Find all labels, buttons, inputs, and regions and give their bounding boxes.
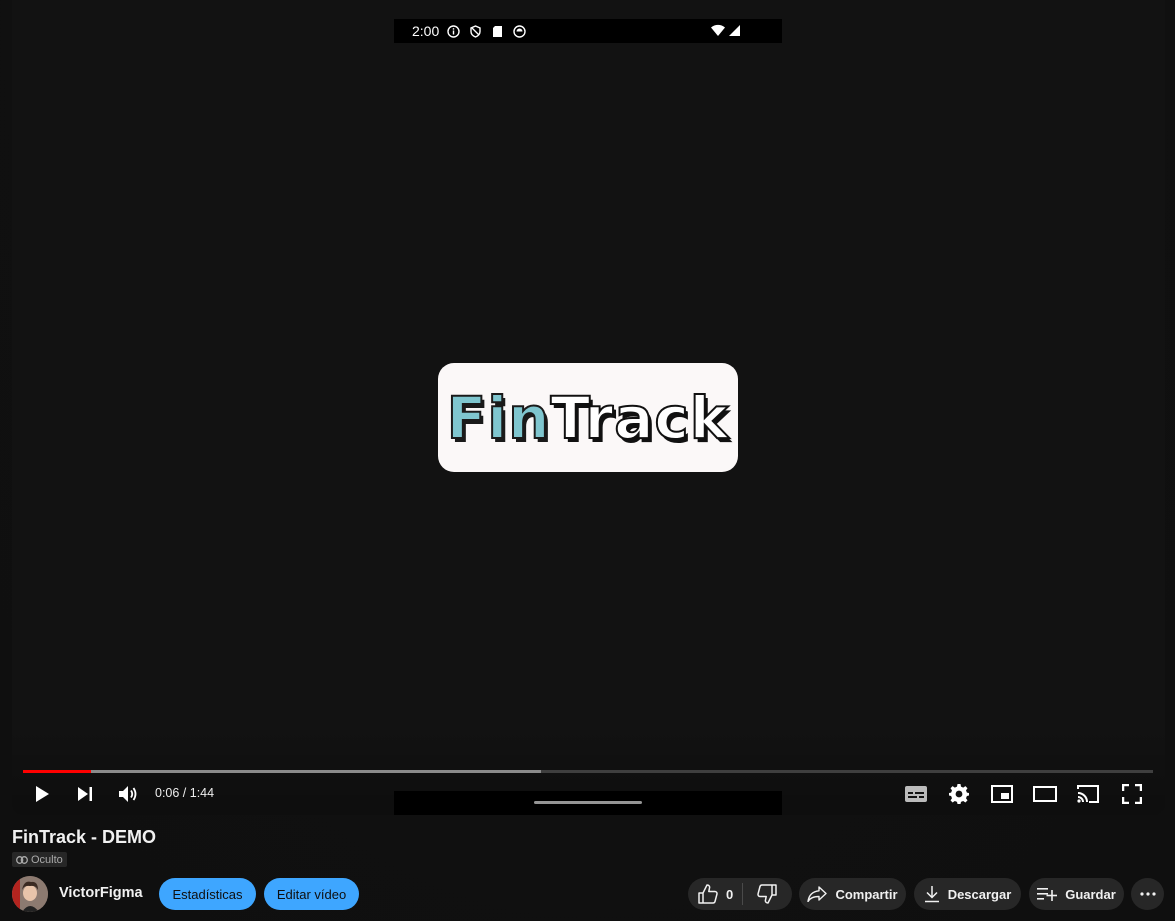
video-player[interactable]: 2:00 FinTrack 0:06 / 1:44 <box>12 0 1165 815</box>
share-button[interactable]: Compartir <box>799 878 906 910</box>
theater-mode-button[interactable] <box>1032 781 1058 807</box>
logo-text-track: Track <box>549 383 730 452</box>
avatar-image <box>12 876 48 912</box>
miniplayer-icon <box>991 785 1013 803</box>
share-icon <box>807 886 828 902</box>
save-button[interactable]: Guardar <box>1029 878 1124 910</box>
dislike-button[interactable] <box>743 878 791 910</box>
time-display: 0:06 / 1:44 <box>155 786 215 800</box>
more-horizontal-icon <box>1139 892 1156 896</box>
cast-icon <box>1077 785 1099 803</box>
phone-clock: 2:00 <box>412 23 440 39</box>
skip-next-icon <box>78 787 92 801</box>
fintrack-logo: FinTrack <box>438 363 738 472</box>
video-title: FinTrack - DEMO <box>12 827 157 847</box>
volume-icon <box>119 786 137 802</box>
shield-icon <box>469 24 482 38</box>
phone-status-right <box>711 23 740 39</box>
thumbs-down-icon <box>757 884 777 904</box>
progress-played <box>23 770 91 773</box>
next-button[interactable] <box>72 781 98 807</box>
download-label: Descargar <box>947 886 1012 902</box>
subtitles-icon <box>905 786 927 802</box>
like-count: 0 <box>726 886 734 902</box>
play-button[interactable] <box>29 781 55 807</box>
sd-card-icon <box>491 25 504 38</box>
share-label: Compartir <box>835 886 898 902</box>
settings-button[interactable] <box>946 781 972 807</box>
visibility-label: Oculto <box>31 853 63 866</box>
avatar[interactable] <box>12 876 48 912</box>
progress-bar[interactable] <box>23 770 1153 773</box>
visibility-badge: Oculto <box>12 852 67 867</box>
progress-buffered <box>23 770 541 773</box>
gear-icon <box>949 784 969 804</box>
link-icon <box>16 855 28 864</box>
more-actions-button[interactable] <box>1131 878 1164 910</box>
subtitles-button[interactable] <box>903 781 929 807</box>
youtube-watch-page: 2:00 FinTrack 0:06 / 1:44 FinTrack - DEM… <box>0 0 1175 921</box>
like-dislike-group: 0 <box>688 878 792 910</box>
stats-button[interactable]: Estadísticas <box>159 878 256 910</box>
download-icon <box>924 885 940 903</box>
phone-status-bar: 2:00 <box>394 19 782 43</box>
miniplayer-button[interactable] <box>989 781 1015 807</box>
save-label: Guardar <box>1065 886 1116 902</box>
channel-name[interactable]: VictorFigma <box>59 885 143 901</box>
app-notification-icon <box>513 24 526 38</box>
playlist-add-icon <box>1037 887 1058 901</box>
cast-button[interactable] <box>1075 781 1101 807</box>
wifi-icon <box>711 23 725 39</box>
fullscreen-icon <box>1122 784 1142 804</box>
like-button[interactable]: 0 <box>688 878 742 910</box>
thumbs-up-icon <box>698 884 718 904</box>
edit-video-button[interactable]: Editar vídeo <box>264 878 359 910</box>
play-icon <box>36 786 49 802</box>
fullscreen-button[interactable] <box>1119 781 1145 807</box>
phone-screen-recording: 2:00 FinTrack <box>394 19 782 815</box>
download-button[interactable]: Descargar <box>914 878 1021 910</box>
info-icon <box>447 24 460 38</box>
theater-icon <box>1033 786 1057 802</box>
cell-signal-icon <box>729 23 740 39</box>
mute-button[interactable] <box>115 781 141 807</box>
logo-text-fin: Fin <box>446 383 551 452</box>
